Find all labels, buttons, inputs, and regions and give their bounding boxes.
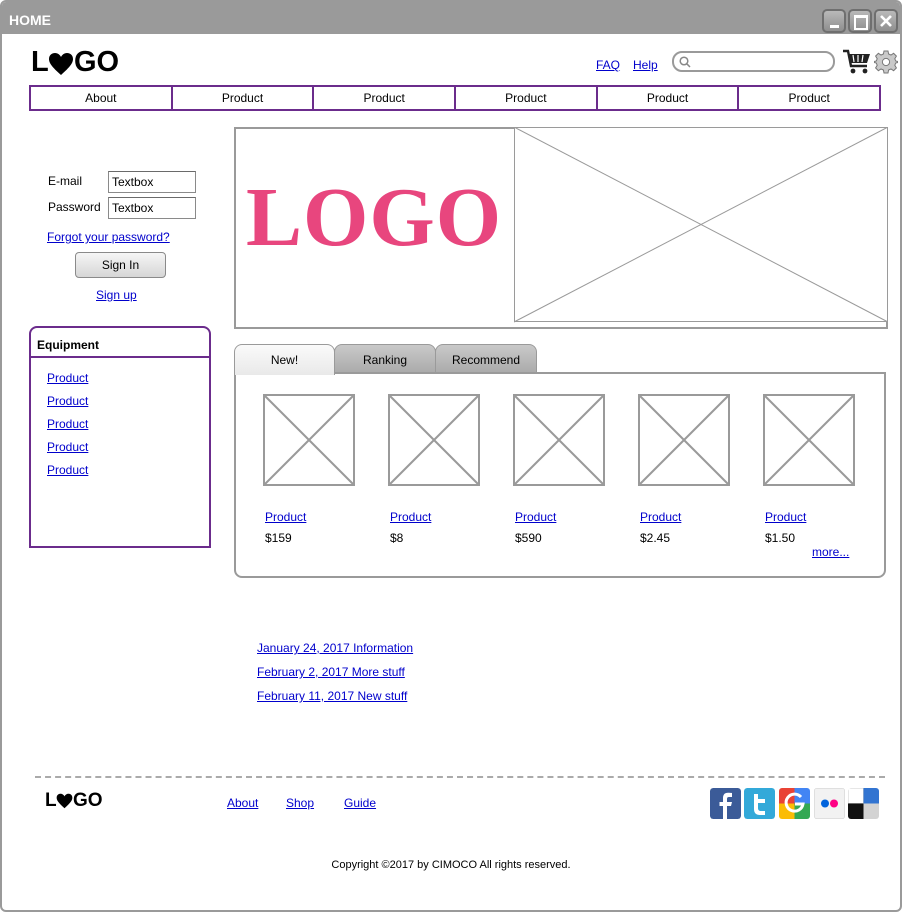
- product-card: Product $590: [513, 394, 613, 545]
- product-card: Product $2.45: [638, 394, 738, 545]
- close-button[interactable]: [874, 9, 898, 33]
- hero-banner: LOGO: [234, 127, 888, 329]
- equipment-item[interactable]: Product: [47, 371, 88, 385]
- email-label: E-mail: [48, 174, 83, 188]
- delicious-icon[interactable]: [848, 788, 879, 819]
- heart-icon: [49, 53, 73, 75]
- flickr-icon[interactable]: [814, 788, 845, 819]
- product-image-placeholder-icon[interactable]: [263, 394, 355, 486]
- sign-up-link[interactable]: Sign up: [96, 288, 137, 302]
- product-panel: Product $159 Product $8 Product $590 Pro…: [234, 372, 886, 578]
- nav-item-product[interactable]: Product: [598, 87, 740, 109]
- twitter-icon[interactable]: [744, 788, 775, 819]
- product-price: $159: [265, 531, 292, 545]
- equipment-list: Product Product Product Product Product: [47, 371, 88, 486]
- search-input[interactable]: [672, 51, 835, 72]
- header-logo-text: L: [31, 46, 49, 78]
- nav-item-about[interactable]: About: [31, 87, 173, 109]
- news-link[interactable]: February 2, 2017 More stuff: [257, 665, 405, 679]
- equipment-item[interactable]: Product: [47, 417, 88, 431]
- product-price: $8: [390, 531, 404, 545]
- footer-link-shop[interactable]: Shop: [286, 796, 314, 810]
- facebook-icon[interactable]: [710, 788, 741, 819]
- sign-in-button[interactable]: Sign In: [75, 252, 166, 278]
- footer-link-about[interactable]: About: [227, 796, 258, 810]
- footer-logo-tail: GO: [73, 790, 103, 811]
- nav-item-product[interactable]: Product: [739, 87, 879, 109]
- equipment-item[interactable]: Product: [47, 394, 88, 408]
- faq-link[interactable]: FAQ: [596, 58, 620, 72]
- product-name-link[interactable]: Product: [640, 510, 681, 524]
- product-card: Product $159: [263, 394, 363, 545]
- nav-item-product[interactable]: Product: [173, 87, 315, 109]
- footer-logo-text: L: [45, 790, 57, 811]
- maximize-button[interactable]: [848, 9, 872, 33]
- password-label: Password: [48, 200, 101, 214]
- app-window: HOME L GO FAQ Help About Product Product…: [0, 0, 902, 912]
- tab-ranking[interactable]: Ranking: [334, 344, 436, 374]
- hero-logo: LOGO: [246, 171, 503, 264]
- news-link[interactable]: February 11, 2017 New stuff: [257, 689, 407, 703]
- tab-recommend[interactable]: Recommend: [435, 344, 537, 374]
- product-price: $590: [515, 531, 542, 545]
- cart-icon[interactable]: [842, 49, 872, 75]
- product-name-link[interactable]: Product: [515, 510, 556, 524]
- footer-link-guide[interactable]: Guide: [344, 796, 376, 810]
- gear-icon[interactable]: [874, 50, 898, 74]
- nav-item-product[interactable]: Product: [456, 87, 598, 109]
- product-image-placeholder-icon[interactable]: [388, 394, 480, 486]
- google-icon[interactable]: [779, 788, 810, 819]
- equipment-title: Equipment: [31, 328, 209, 358]
- main-nav: About Product Product Product Product Pr…: [29, 85, 881, 111]
- image-placeholder-icon: [514, 127, 888, 323]
- equipment-item[interactable]: Product: [47, 463, 88, 477]
- product-price: $1.50: [765, 531, 796, 545]
- product-name-link[interactable]: Product: [765, 510, 806, 524]
- product-card: Product $1.50: [763, 394, 863, 545]
- close-icon: [880, 15, 892, 27]
- more-link[interactable]: more...: [812, 545, 849, 559]
- nav-item-product[interactable]: Product: [314, 87, 457, 109]
- window-title: HOME: [9, 12, 51, 28]
- help-link[interactable]: Help: [633, 58, 658, 72]
- product-name-link[interactable]: Product: [390, 510, 431, 524]
- password-field[interactable]: Textbox: [108, 197, 196, 219]
- tab-new[interactable]: New!: [234, 344, 335, 375]
- header-logo-tail: GO: [74, 46, 120, 78]
- news-link[interactable]: January 24, 2017 Information: [257, 641, 413, 655]
- equipment-panel: Equipment Product Product Product Produc…: [29, 326, 211, 548]
- product-name-link[interactable]: Product: [265, 510, 306, 524]
- product-image-placeholder-icon[interactable]: [513, 394, 605, 486]
- copyright-text: Copyright ©2017 by CIMOCO All rights res…: [331, 859, 571, 871]
- search-icon: [679, 56, 691, 68]
- forgot-password-link[interactable]: Forgot your password?: [47, 230, 170, 244]
- email-field[interactable]: Textbox: [108, 171, 196, 193]
- title-bar: HOME: [2, 2, 900, 34]
- minimize-button[interactable]: [822, 9, 846, 33]
- product-price: $2.45: [640, 531, 671, 545]
- product-card: Product $8: [388, 394, 488, 545]
- equipment-item[interactable]: Product: [47, 440, 88, 454]
- product-image-placeholder-icon[interactable]: [763, 394, 855, 486]
- footer-divider: [35, 776, 885, 778]
- heart-icon: [56, 793, 73, 809]
- product-image-placeholder-icon[interactable]: [638, 394, 730, 486]
